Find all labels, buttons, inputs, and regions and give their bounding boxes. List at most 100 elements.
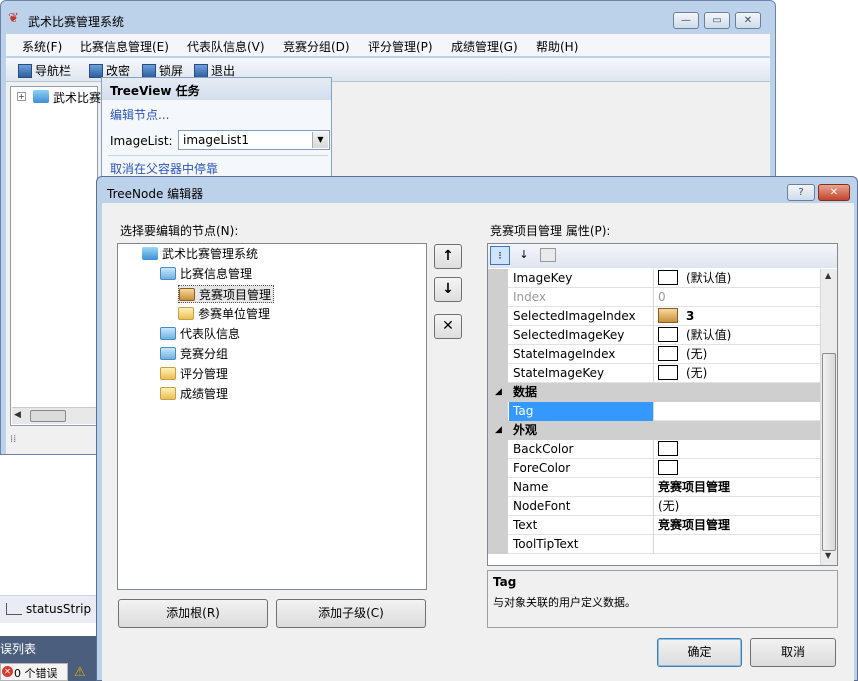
scroll-left-icon[interactable]: ◀ — [14, 410, 21, 420]
main-tree-hscrollbar[interactable]: ◀ — [12, 407, 97, 424]
tree-node[interactable]: 成绩管理 — [160, 385, 228, 403]
tree-node[interactable]: 比赛信息管理 — [160, 265, 252, 283]
property-value: (默认值) — [686, 271, 732, 285]
menu-match-info[interactable]: 比赛信息管理(E) — [80, 38, 169, 55]
alphabetical-sort-icon[interactable]: ↓ — [514, 246, 534, 265]
box-icon — [179, 288, 195, 301]
property-value: 竞赛项目管理 — [658, 480, 731, 494]
property-category-data[interactable]: ◢ 数据 — [488, 383, 820, 402]
property-row-tooltiptext[interactable]: ToolTipText — [488, 535, 820, 554]
close-icon: ✕ — [829, 187, 839, 198]
property-row-tag[interactable]: Tag — [488, 402, 820, 421]
tasks-panel-title: TreeView 任务 — [102, 78, 331, 100]
tree-node[interactable]: 代表队信息 — [160, 325, 240, 343]
tree-root-label[interactable]: 武术比赛 — [53, 89, 101, 106]
property-row-selectedimageindex[interactable]: SelectedImageIndex 3 — [488, 307, 820, 326]
property-row-name[interactable]: Name 竞赛项目管理 — [488, 478, 820, 497]
minimize-button[interactable]: — — [673, 12, 699, 29]
tree-node[interactable]: 评分管理 — [160, 365, 228, 383]
maximize-icon: ▭ — [712, 15, 722, 26]
tree-node[interactable]: 参赛单位管理 — [178, 305, 270, 323]
folder-blue-icon — [160, 347, 176, 360]
property-name: Text — [509, 516, 654, 535]
menu-help[interactable]: 帮助(H) — [536, 38, 578, 55]
menu-system[interactable]: 系统(F) — [22, 38, 62, 55]
expand-icon[interactable]: + — [17, 92, 26, 101]
property-row-stateimageindex[interactable]: StateImageIndex (无) — [488, 345, 820, 364]
error-icon: ✕ — [2, 666, 13, 677]
move-up-button[interactable]: ↑ — [434, 244, 462, 269]
scroll-up-icon[interactable]: ▲ — [825, 271, 831, 280]
property-row-index: Index 0 — [488, 288, 820, 307]
status-strip-component[interactable]: statusStrip — [0, 595, 96, 623]
add-root-button[interactable]: 添加根(R) — [118, 599, 268, 628]
property-row-text[interactable]: Text 竞赛项目管理 — [488, 516, 820, 535]
chevron-down-icon[interactable]: ▼ — [312, 132, 328, 148]
tree-node-label: 竞赛项目管理 — [199, 288, 272, 302]
scroll-thumb[interactable] — [30, 410, 66, 422]
add-child-button[interactable]: 添加子级(C) — [276, 599, 426, 628]
tree-node[interactable]: 竞赛分组 — [160, 345, 228, 363]
property-category-appearance[interactable]: ◢ 外观 — [488, 421, 820, 440]
errors-filter-button[interactable]: ✕ 0 个错误 — [0, 663, 68, 681]
dialog-close-button[interactable]: ✕ — [818, 184, 850, 201]
move-down-button[interactable]: ↓ — [434, 277, 462, 302]
property-grid-vscrollbar[interactable]: ▲ ▼ — [820, 269, 837, 565]
main-close-button[interactable]: ✕ — [735, 12, 761, 29]
imagelist-combo[interactable]: imageList1 ▼ — [178, 130, 330, 150]
imagelist-value: imageList1 — [183, 133, 249, 147]
scroll-down-icon[interactable]: ▼ — [825, 551, 831, 560]
property-row-selectedimagekey[interactable]: SelectedImageKey (默认值) — [488, 326, 820, 345]
edit-nodes-link[interactable]: 编辑节点... — [110, 106, 169, 123]
main-tree-view[interactable]: + 武术比赛 — [10, 86, 101, 426]
tree-node-selected[interactable]: 竞赛项目管理 — [178, 285, 275, 303]
menu-bar: 系统(F) 比赛信息管理(E) 代表队信息(V) 竞赛分组(D) 评分管理(P)… — [6, 34, 770, 56]
categorized-view-icon[interactable]: ⁝ — [490, 246, 510, 265]
menu-results[interactable]: 成绩管理(G) — [451, 38, 518, 55]
ok-button[interactable]: 确定 — [657, 638, 742, 667]
property-row-nodefont[interactable]: NodeFont (无) — [488, 497, 820, 516]
menu-scoring[interactable]: 评分管理(P) — [368, 38, 433, 55]
menu-grouping[interactable]: 竞赛分组(D) — [283, 38, 350, 55]
maximize-button[interactable]: ▭ — [704, 12, 730, 29]
property-row-stateimagekey[interactable]: StateImageKey (无) — [488, 364, 820, 383]
scroll-thumb[interactable] — [822, 353, 836, 551]
folder-open-blue-icon — [142, 247, 158, 260]
folder-yellow-icon — [178, 307, 194, 320]
undock-link[interactable]: 取消在父容器中停靠 — [110, 160, 218, 177]
image-swatch — [658, 270, 678, 285]
status-strip-icon — [6, 603, 22, 615]
arrow-up-icon: ↑ — [442, 248, 454, 264]
dialog-title: TreeNode 编辑器 — [107, 187, 204, 201]
property-name: ImageKey — [509, 269, 654, 288]
collapse-icon[interactable]: ◢ — [495, 421, 502, 440]
image-swatch — [658, 365, 678, 380]
help-button[interactable]: ? — [787, 184, 815, 201]
property-pages-icon[interactable] — [540, 248, 556, 262]
imagelist-label: ImageList: — [110, 134, 173, 148]
delete-node-button[interactable]: ✕ — [434, 314, 462, 339]
cancel-button[interactable]: 取消 — [750, 638, 836, 667]
property-name: Index — [509, 288, 654, 307]
property-name: ForeColor — [509, 459, 654, 478]
close-icon: ✕ — [743, 15, 753, 26]
errors-count: 0 个错误 — [14, 667, 58, 680]
property-value[interactable] — [655, 402, 820, 421]
property-grid-toolbar: ⁝ ↓ — [488, 244, 837, 268]
property-value: (默认值) — [686, 328, 732, 342]
property-row-forecolor[interactable]: ForeColor — [488, 459, 820, 478]
folder-blue-icon — [160, 327, 176, 340]
property-row-imagekey[interactable]: ImageKey (默认值) — [488, 269, 820, 288]
collapse-icon[interactable]: ◢ — [495, 383, 502, 402]
main-window-title: 武术比赛管理系统 — [28, 15, 125, 29]
tree-node-label: 比赛信息管理 — [180, 267, 253, 281]
lock-icon — [142, 64, 156, 78]
warning-icon[interactable]: ⚠ — [74, 665, 86, 680]
toolbar-nav-button[interactable]: 导航栏 — [18, 62, 71, 79]
property-name: SelectedImageIndex — [509, 307, 654, 326]
menu-team-info[interactable]: 代表队信息(V) — [187, 38, 265, 55]
node-tree[interactable]: 武术比赛管理系统 比赛信息管理 竞赛项目管理 参赛单位管理 代表队信息 竞赛分组… — [117, 243, 427, 590]
property-row-backcolor[interactable]: BackColor — [488, 440, 820, 459]
tree-node[interactable]: 武术比赛管理系统 — [142, 245, 258, 263]
folder-open-blue-icon — [33, 90, 49, 103]
